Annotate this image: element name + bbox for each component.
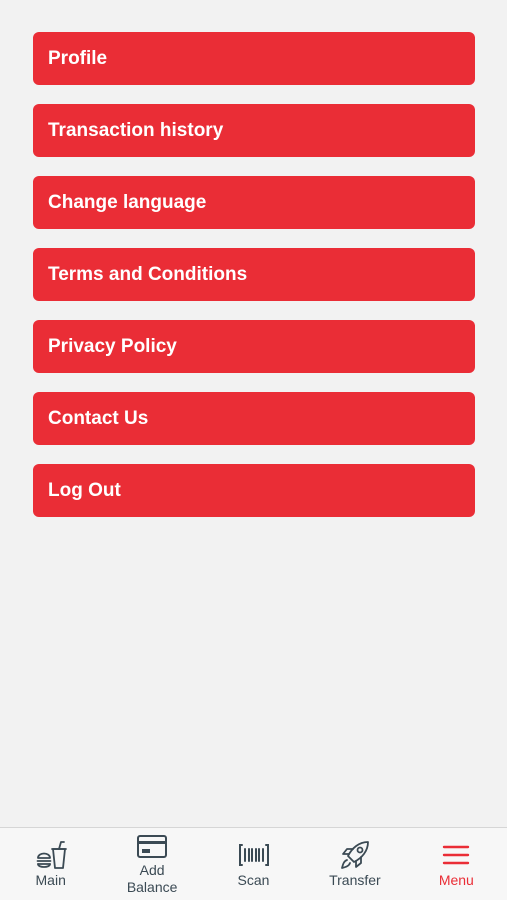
food-icon: [34, 838, 68, 872]
tab-menu[interactable]: Menu: [406, 828, 507, 900]
bottom-tab-bar: Main Add Balance Scan Transfer Menu: [0, 827, 507, 900]
change-language-button[interactable]: Change language: [33, 176, 475, 229]
rocket-icon: [338, 838, 372, 872]
card-icon: [135, 832, 169, 862]
tab-menu-label: Menu: [438, 872, 474, 888]
contact-us-button[interactable]: Contact Us: [33, 392, 475, 445]
tab-scan-label: Scan: [237, 872, 270, 888]
tab-scan[interactable]: Scan: [203, 828, 304, 900]
profile-button[interactable]: Profile: [33, 32, 475, 85]
tab-main[interactable]: Main: [0, 828, 101, 900]
tab-transfer[interactable]: Transfer: [304, 828, 405, 900]
hamburger-icon: [439, 838, 473, 872]
tab-main-label: Main: [35, 872, 66, 888]
tab-transfer-label: Transfer: [329, 872, 381, 888]
transaction-history-button[interactable]: Transaction history: [33, 104, 475, 157]
terms-and-conditions-button[interactable]: Terms and Conditions: [33, 248, 475, 301]
privacy-policy-button[interactable]: Privacy Policy: [33, 320, 475, 373]
tab-add-balance-label: Add Balance: [126, 862, 178, 895]
barcode-icon: [237, 838, 271, 872]
tab-add-balance[interactable]: Add Balance: [101, 828, 202, 900]
log-out-button[interactable]: Log Out: [33, 464, 475, 517]
menu-list: Profile Transaction history Change langu…: [33, 32, 475, 536]
